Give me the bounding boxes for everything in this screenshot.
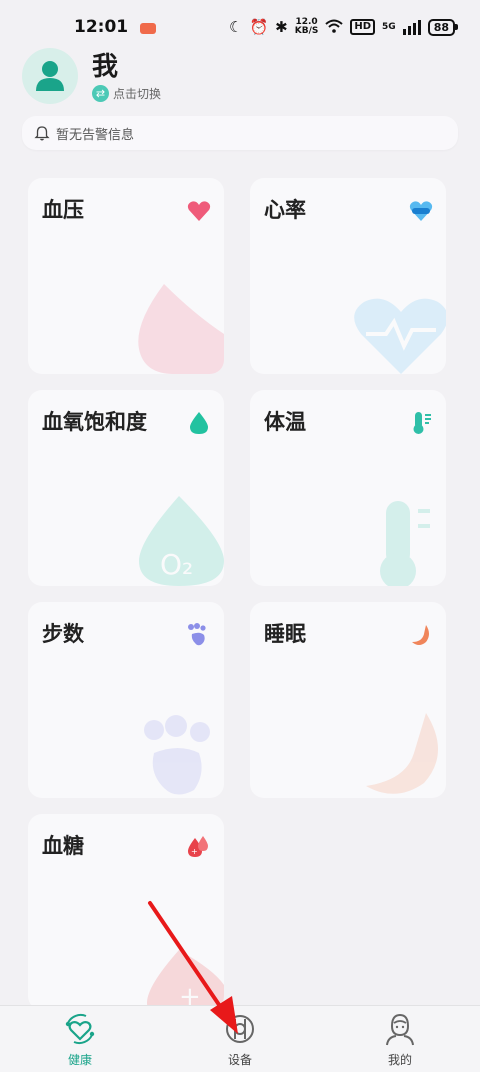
card-steps[interactable]: 步数	[28, 602, 224, 798]
card-blood-glucose[interactable]: 血糖 + +	[28, 814, 224, 1010]
switch-icon: ⇄	[92, 84, 109, 102]
footprint-icon	[188, 623, 206, 646]
moon-watermark-icon	[366, 713, 439, 794]
card-heart-rate[interactable]: 心率	[250, 178, 446, 374]
drop-icon	[190, 412, 208, 434]
network-speed: 12.0 KB/S	[295, 18, 319, 36]
card-blood-pressure[interactable]: 血压	[28, 178, 224, 374]
heart-rate-watermark-icon	[354, 298, 446, 374]
card-title: 步数	[42, 622, 84, 646]
tab-label: 健康	[67, 1052, 92, 1067]
tab-device[interactable]: 设备	[180, 1011, 300, 1068]
moon-icon	[412, 625, 429, 645]
network-type: 5G	[382, 21, 396, 32]
card-title: 睡眠	[264, 622, 306, 646]
hd-badge: HD	[350, 19, 376, 35]
svg-text:O₂: O₂	[160, 548, 193, 581]
device-icon	[226, 1014, 254, 1043]
tab-health[interactable]: 健康	[20, 1011, 140, 1068]
bottom-tab-bar: 健康 设备 我的	[0, 1005, 480, 1072]
blood-glucose-icon: +	[188, 836, 208, 857]
status-bar: 12:01 ☾ ⏰ ✱ 12.0 KB/S HD 5G 88	[0, 0, 480, 54]
switch-user-button[interactable]: ⇄ 点击切换	[92, 84, 162, 102]
thermometer-watermark-icon	[380, 501, 430, 586]
card-blood-oxygen[interactable]: 血氧饱和度 O₂	[28, 390, 224, 586]
wifi-icon	[325, 19, 344, 36]
battery-icon: 88	[427, 18, 458, 36]
card-title: 心率	[264, 198, 306, 222]
speed-unit: KB/S	[294, 26, 319, 36]
card-sleep[interactable]: 睡眠	[250, 602, 446, 798]
bell-icon	[34, 126, 50, 141]
status-icons: ☾ ⏰ ✱ 12.0 KB/S HD 5G 88	[229, 18, 458, 36]
user-icon	[36, 61, 64, 91]
alert-bar[interactable]: 暂无告警信息	[22, 116, 458, 150]
alarm-icon: ⏰	[249, 18, 269, 36]
battery-level: 88	[427, 18, 455, 36]
oxygen-watermark-icon: O₂	[139, 496, 224, 586]
card-title: 血压	[42, 198, 84, 222]
moon-dnd-icon: ☾	[229, 18, 243, 36]
profile-icon	[386, 1013, 414, 1045]
blood-pressure-watermark-icon	[138, 284, 224, 374]
tab-label: 我的	[387, 1052, 412, 1067]
health-icon	[65, 1013, 95, 1044]
thermometer-icon	[413, 412, 431, 434]
blood-glucose-watermark-icon: +	[147, 950, 224, 1010]
card-title: 体温	[264, 410, 306, 434]
heart-icon	[187, 201, 211, 221]
heart-rate-icon	[409, 201, 433, 221]
signal-icon	[402, 19, 421, 35]
card-title: 血糖	[42, 834, 84, 858]
card-temperature[interactable]: 体温	[250, 390, 446, 586]
game-notification-icon	[140, 22, 157, 34]
tab-mine[interactable]: 我的	[340, 1011, 460, 1068]
alert-text: 暂无告警信息	[56, 127, 135, 143]
tab-label: 设备	[227, 1052, 252, 1067]
steps-watermark-icon	[144, 715, 210, 795]
svg-text:+: +	[191, 847, 198, 856]
avatar[interactable]	[22, 48, 78, 104]
status-time: 12:01	[74, 17, 129, 37]
card-title: 血氧饱和度	[42, 410, 147, 434]
bluetooth-icon: ✱	[275, 18, 288, 36]
profile-name: 我	[92, 51, 119, 82]
profile-header[interactable]: 我 ⇄ 点击切换	[22, 48, 161, 104]
switch-label: 点击切换	[113, 86, 162, 101]
